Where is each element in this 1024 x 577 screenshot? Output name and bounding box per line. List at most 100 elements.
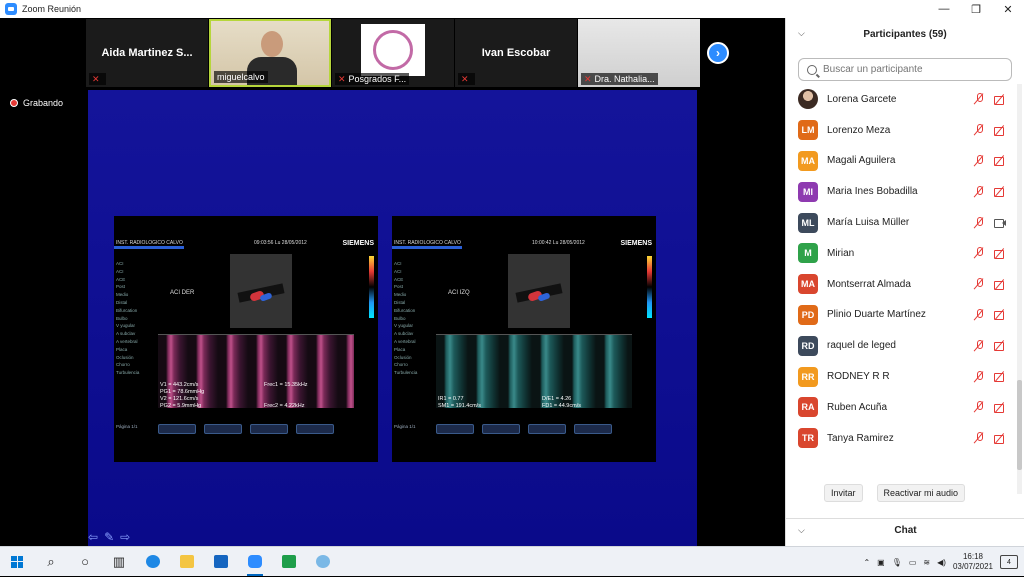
chevron-up-icon[interactable]: ⌃ (863, 558, 870, 567)
us-progress-bar (114, 246, 184, 249)
notifications-icon[interactable]: 4 (1000, 555, 1018, 569)
search-input[interactable] (823, 64, 1003, 75)
minimize-button[interactable]: — (928, 0, 960, 18)
participant-row[interactable]: PD Plinio Duarte Martínez (786, 300, 1018, 331)
collapse-chevron-icon[interactable]: ⌵ (798, 28, 805, 39)
wifi-icon[interactable]: ≋ (923, 558, 930, 567)
mic-off-icon: ✕ (92, 73, 100, 84)
paint-button[interactable] (306, 547, 340, 577)
avatar: RD (798, 335, 818, 356)
us-text-line: Chorro (116, 362, 130, 368)
us-softkeys (158, 424, 334, 434)
participant-caption-text: Posgrados F... (348, 74, 407, 84)
us-text-line: Medio (116, 292, 129, 298)
mic-off-icon (974, 432, 984, 444)
clock[interactable]: 16:18 03/07/2021 (953, 552, 993, 572)
participant-caption: ✕ Dra. Nathalia... (581, 73, 658, 85)
us-text-line: ACE (116, 276, 126, 282)
meeting-area: Aida Martinez S... ✕ miguelcalvo ✕ Posgra… (0, 18, 785, 546)
chat-header[interactable]: ⌵ Chat (786, 518, 1024, 542)
file-explorer-button[interactable] (170, 547, 204, 577)
camera-off-icon (994, 280, 1006, 290)
panel-actions: Invitar Reactivar mi audio (786, 484, 1024, 502)
participant-row[interactable]: MI Maria Ines Bobadilla (786, 176, 1018, 207)
collapse-chevron-icon[interactable]: ⌵ (798, 525, 805, 536)
readout-right: D/E1 = 4.26 FD1 = 44.9cm/s (542, 396, 581, 410)
participant-row[interactable]: Lorena Garcete (786, 84, 1018, 115)
us-text-line: Bifurcation (394, 307, 416, 313)
participant-caption: ✕ Posgrados F... (335, 73, 410, 85)
scrollbar-thumb[interactable] (1017, 380, 1022, 470)
recording-indicator: Grabando (10, 98, 63, 108)
participant-search[interactable] (798, 58, 1012, 81)
battery-icon[interactable]: ▭ (909, 558, 917, 567)
participant-tile[interactable]: Ivan Escobar ✕ (455, 19, 577, 87)
cortana-button[interactable]: ○ (68, 547, 102, 577)
participant-name: Ruben Acuña (827, 401, 888, 413)
mic-tray-icon[interactable]: 🎙 (892, 558, 902, 567)
participant-row[interactable]: MA Montserrat Almada (786, 269, 1018, 300)
participant-status (974, 401, 1006, 413)
readout-right: Frec1 = 15.35kHz Frec2 = 4.22kHz (264, 382, 308, 410)
mail-button[interactable] (204, 547, 238, 577)
camera-tray-icon[interactable]: ▣ (877, 558, 885, 567)
participant-tile-photo[interactable]: ✕ Dra. Nathalia... (578, 19, 700, 87)
us-text-line: Distal (394, 299, 406, 305)
start-button[interactable] (0, 547, 34, 577)
us-text-line: Post (116, 284, 126, 290)
edge-button[interactable] (136, 547, 170, 577)
mic-off-icon (974, 247, 984, 259)
notification-count: 4 (1007, 558, 1011, 566)
us-brand: SIEMENS (342, 240, 374, 247)
invite-button[interactable]: Invitar (824, 484, 863, 502)
next-page-button[interactable]: › (707, 42, 729, 64)
participant-status (974, 370, 1006, 383)
zoom-taskbar-button[interactable] (238, 547, 272, 577)
participant-row[interactable]: ML María Luisa Müller (786, 207, 1018, 238)
search-icon (807, 64, 817, 75)
window-controls: — ❐ ✕ (928, 0, 1024, 18)
us-header: INST. RADIOLOGICO CALVO 09:03:56 Lu 28/0… (114, 218, 378, 248)
mic-off-icon (974, 216, 984, 229)
task-view-button[interactable]: ▥ (102, 547, 136, 577)
clock-time: 16:18 (962, 552, 983, 561)
close-button[interactable]: ✕ (992, 0, 1024, 18)
us-time: 10:00:42 Lu 28/05/2012 (532, 240, 585, 246)
unmute-button[interactable]: Reactivar mi audio (876, 484, 966, 502)
pen-icon[interactable]: ✎ (104, 530, 114, 544)
us-softkey (574, 424, 612, 434)
maximize-button[interactable]: ❐ (960, 0, 992, 18)
mic-off-icon (974, 185, 984, 198)
redo-icon[interactable]: ⇨ (120, 530, 130, 544)
us-text-line: Placa (394, 346, 406, 352)
us-text-line: Bifurcation (116, 307, 138, 313)
us-text-line: Post (394, 284, 404, 290)
us-text-line: A vertebral (116, 338, 138, 344)
ultrasound-right: INST. RADIOLOGICO CALVO 10:00:42 Lu 28/0… (392, 216, 656, 462)
participant-tile[interactable]: Aida Martinez S... ✕ (86, 19, 208, 87)
window-title: Zoom Reunión (22, 4, 82, 14)
camera-off-icon (994, 310, 1006, 321)
mic-off-icon (974, 370, 984, 383)
participant-row[interactable]: RA Ruben Acuña (786, 392, 1018, 423)
title-bar: Zoom Reunión — ❐ ✕ (0, 0, 1024, 18)
participant-row[interactable]: TR Tanya Ramirez (786, 423, 1018, 454)
us-text-line: A vertebral (394, 338, 416, 344)
camera-off-icon (994, 95, 1006, 105)
participant-name: Magali Aguilera (827, 155, 896, 167)
spreadsheet-button[interactable] (272, 547, 306, 577)
color-scale (369, 256, 374, 318)
volume-icon[interactable]: ◀) (937, 558, 946, 567)
undo-icon[interactable]: ⇦ (88, 530, 98, 544)
participant-row[interactable]: M Mirian (786, 238, 1018, 269)
search-taskbar-button[interactable]: ⌕ (34, 547, 68, 577)
camera-icon (994, 218, 1006, 229)
participant-row[interactable]: LM Lorenzo Meza (786, 115, 1018, 146)
participant-status (974, 339, 1006, 352)
participant-tile-logo[interactable]: ✕ Posgrados F... (332, 19, 454, 87)
participant-row[interactable]: RD raquel de leged (786, 330, 1018, 361)
participant-tile-video[interactable]: miguelcalvo (209, 19, 331, 87)
participant-row[interactable]: MA Magali Aguilera (786, 146, 1018, 177)
participant-row[interactable]: RR RODNEY R R (786, 361, 1018, 392)
university-logo (361, 24, 425, 76)
